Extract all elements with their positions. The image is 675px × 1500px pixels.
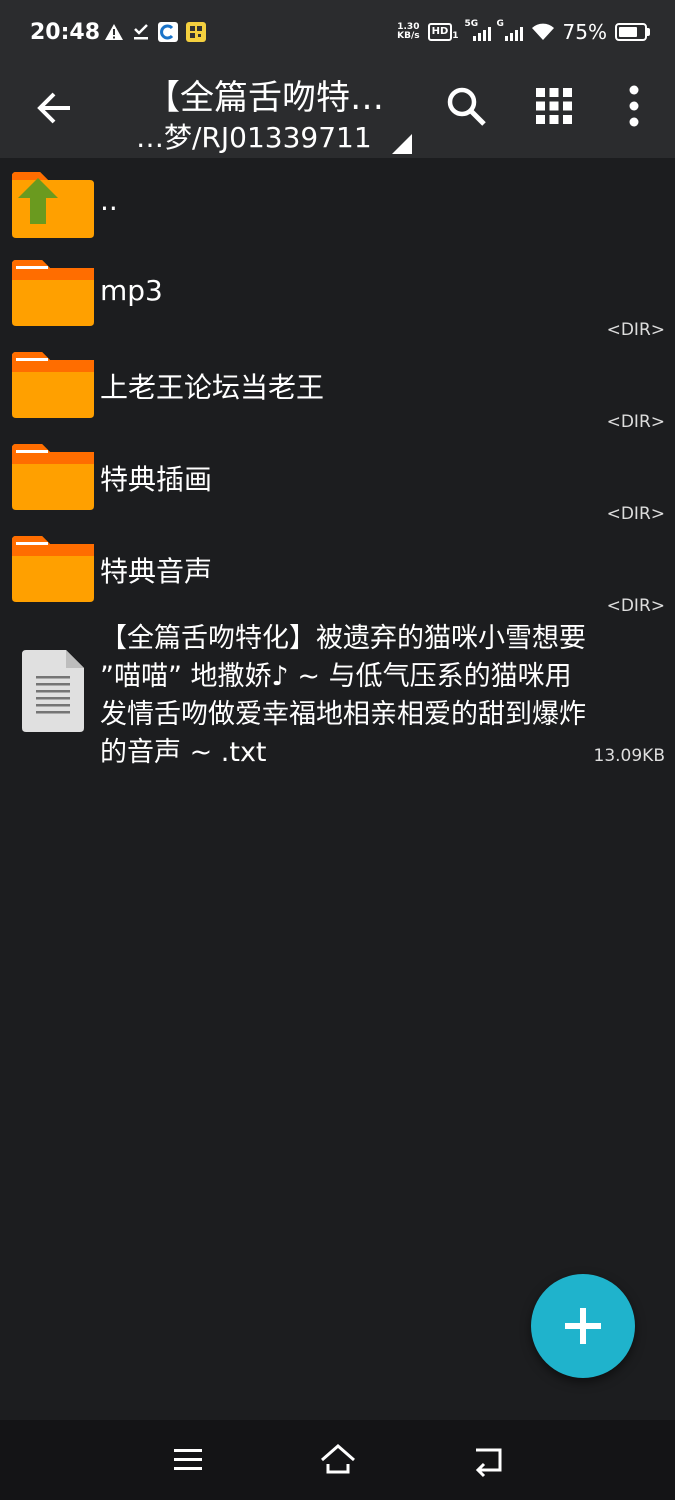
file-size: 13.09KB	[593, 746, 665, 766]
hd-voice-icon: HD	[427, 23, 453, 41]
menu-icon[interactable]	[168, 1442, 208, 1478]
app-notification-icon	[158, 22, 178, 42]
add-button[interactable]	[531, 1274, 635, 1378]
status-bar: 20:48 1.30 KB/s HD 1 5G G 75%	[0, 0, 675, 68]
back-nav-icon[interactable]	[468, 1442, 508, 1478]
plus-icon	[565, 1308, 601, 1344]
list-item[interactable]: 特典音声 <DIR>	[0, 522, 675, 616]
folder-up-icon	[12, 172, 94, 238]
item-meta: <DIR>	[606, 412, 665, 432]
network-speed: 1.30 KB/s	[397, 23, 419, 41]
hd-voice-indicator: HD 1	[427, 23, 459, 41]
file-name: 【全篇舌吻特化】被遗弃的猫咪小雪想要 ”喵喵” 地撒娇♪ ~ 与低气压系的猫咪用…	[100, 623, 586, 768]
signal-sim1-icon: 5G	[465, 19, 491, 41]
wifi-icon	[531, 23, 554, 40]
list-item[interactable]: mp3 <DIR>	[0, 246, 675, 340]
grid-view-icon[interactable]	[530, 82, 578, 130]
app-toolbar: 【全篇舌吻特… …梦/RJ01339711	[0, 68, 675, 158]
warning-icon	[105, 24, 123, 40]
item-meta: <DIR>	[606, 596, 665, 616]
item-name: 特典音声	[100, 555, 213, 588]
download-done-icon	[134, 24, 148, 40]
qr-app-icon	[186, 22, 206, 42]
battery-percent: 75%	[562, 20, 607, 44]
folder-icon	[12, 352, 94, 418]
toolbar-title: 【全篇舌吻特…	[146, 78, 384, 118]
status-right-icons: 1.30 KB/s HD 1 5G G 75%	[397, 19, 650, 44]
dropdown-triangle-icon	[392, 134, 412, 154]
signal-sim2-icon: G	[497, 19, 523, 41]
file-list: .. mp3 <DIR> 上老王论坛当老王 <DIR> 特典插画 <DIR> 特…	[0, 158, 675, 774]
folder-icon	[12, 444, 94, 510]
search-icon[interactable]	[442, 82, 490, 130]
toolbar-subtitle: …梦/RJ01339711	[136, 121, 372, 154]
notification-icons	[104, 22, 206, 42]
battery-icon	[615, 23, 650, 41]
list-item[interactable]: 上老王论坛当老王 <DIR>	[0, 338, 675, 432]
item-meta: <DIR>	[606, 320, 665, 340]
sim2-network-type: G	[496, 19, 504, 29]
path-selector[interactable]: 【全篇舌吻特… …梦/RJ01339711	[130, 68, 420, 158]
text-file-icon	[22, 650, 84, 732]
network-speed-unit: KB/s	[397, 31, 420, 41]
item-meta: <DIR>	[606, 504, 665, 524]
hd-voice-sub: 1	[452, 31, 459, 41]
home-icon[interactable]	[318, 1442, 358, 1478]
status-time: 20:48	[30, 20, 101, 45]
sim1-network-type: 5G	[464, 19, 479, 29]
more-options-icon[interactable]	[610, 82, 658, 130]
item-name: mp3	[100, 274, 163, 307]
parent-dir-name: ..	[100, 184, 118, 217]
parent-dir-row[interactable]: ..	[0, 158, 675, 246]
system-nav-bar	[0, 1420, 675, 1500]
back-arrow-icon[interactable]	[32, 86, 76, 130]
folder-icon	[12, 260, 94, 326]
item-name: 特典插画	[100, 463, 213, 496]
item-name: 上老王论坛当老王	[100, 371, 325, 404]
list-item[interactable]: 特典插画 <DIR>	[0, 430, 675, 524]
folder-icon	[12, 536, 94, 602]
list-item-file[interactable]: 【全篇舌吻特化】被遗弃的猫咪小雪想要 ”喵喵” 地撒娇♪ ~ 与低气压系的猫咪用…	[0, 614, 675, 774]
